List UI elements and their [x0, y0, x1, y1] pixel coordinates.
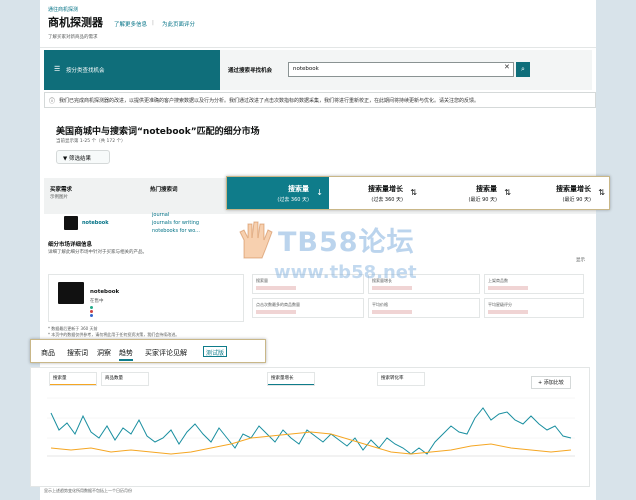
top-breadcrumb[interactable]: 通往商机探测 — [48, 6, 78, 13]
detail-sub: 详细了解此细分市场中针对于买家与相关的产品。 — [48, 250, 147, 255]
segment-row-name[interactable]: notebook — [82, 220, 109, 226]
col-demand-sub: 示例图片 — [50, 195, 68, 200]
metric-growth-360[interactable]: 搜索量增长 (过去 360 天) ⇅ — [329, 177, 423, 209]
trend-chart-panel: 搜索量 商品数量 搜索量增长 搜索转化率 + 添加比较 — [30, 367, 590, 487]
product-image — [58, 282, 84, 304]
metric-search-volume-360[interactable]: 搜索量 (过去 360 天) ↓ — [227, 177, 329, 209]
tab-review-insights[interactable]: 买家评论见解 — [145, 348, 187, 358]
watermark-url: www.tb58.net — [274, 262, 417, 283]
metric-sub: (过去 360 天) — [371, 197, 403, 203]
rate-page-link[interactable]: 为此页面评分 — [162, 20, 195, 28]
color-swatch — [90, 314, 93, 317]
tab-trends[interactable]: 趋势 — [119, 348, 133, 361]
metric-title: 搜索量 — [476, 185, 497, 193]
color-swatch — [90, 306, 93, 309]
col-terms-header: 热门搜索词 — [150, 187, 178, 193]
metric-search-volume-90[interactable]: 搜索量 (最近 90 天) ⇅ — [423, 177, 517, 209]
stat-box: 平均价格 — [368, 298, 480, 318]
stat-box: 平均星级评分 — [484, 298, 584, 318]
sort-icon[interactable]: ⇅ — [504, 188, 511, 197]
color-swatch — [90, 310, 93, 313]
hand-logo-icon — [239, 221, 273, 259]
learn-more-link[interactable]: 了解更多信息 — [114, 20, 147, 28]
note-line: * 本页中的数据仅供参考，请勿将此用于任何投资决策，我们会持续改进。 — [48, 332, 180, 337]
metrics-header-highlight: 搜索量 (过去 360 天) ↓ 搜索量增长 (过去 360 天) ⇅ 搜索量 … — [226, 176, 610, 210]
trend-chart — [47, 397, 575, 457]
info-icon: ⓘ — [49, 98, 56, 105]
sort-icon[interactable]: ⇅ — [598, 188, 605, 197]
series-line-teal — [50, 407, 572, 455]
stat-label: 点击次数最多的商品数量 — [256, 302, 300, 307]
product-name[interactable]: notebook — [90, 289, 119, 295]
segment-title: 美国商城中与搜索词“notebook”匹配的细分市场 — [56, 127, 260, 137]
tab-insights[interactable]: 洞察 — [97, 348, 111, 358]
page-subtitle: 了解买家对新商品的需求 — [48, 35, 98, 40]
metric-title: 搜索量 — [288, 185, 309, 193]
info-banner-text: 我们已完成商机探测器的改进，以提供更准确的客户搜索数据以及行为分析。我们通过改进… — [59, 98, 480, 104]
watermark: TB58论坛 www.tb58.net — [232, 214, 482, 294]
search-term-link[interactable]: journal — [152, 212, 169, 218]
detail-title: 细分市场详细信息 — [48, 242, 93, 248]
metric-growth-90[interactable]: 搜索量增长 (最近 90 天) ⇅ — [517, 177, 611, 209]
stat-box: 点击次数最多的商品数量 — [252, 298, 364, 318]
series-line-orange — [50, 431, 572, 455]
search-term-link[interactable]: notebooks for wo... — [152, 228, 200, 234]
metric-sub: (最近 90 天) — [468, 197, 497, 203]
sort-desc-icon[interactable]: ↓ — [316, 188, 323, 197]
search-label: 通过搜索寻找机会 — [228, 68, 273, 74]
page-title: 商机探测器 — [48, 16, 103, 29]
search-icon: ⌕ — [521, 65, 525, 73]
metric-sub: (过去 360 天) — [277, 197, 309, 203]
stat-label: 平均星级评分 — [488, 302, 512, 307]
tab-search-terms[interactable]: 搜索词 — [67, 348, 88, 358]
browse-by-category-label[interactable]: 按分类查找机会 — [66, 66, 105, 74]
search-button[interactable]: ⌕ — [516, 62, 530, 77]
metric-title: 搜索量增长 — [556, 185, 591, 193]
search-input[interactable]: notebook — [288, 62, 514, 77]
stat-label: 平均价格 — [372, 302, 388, 307]
page-header: 通往商机探测 商机探测器 了解更多信息 | 为此页面评分 了解买家对新商品的需求 — [40, 0, 596, 48]
tabs-highlight: 商品 搜索词 洞察 趋势 买家评论见解 测试版 — [30, 339, 266, 363]
sort-icon[interactable]: ⇅ — [410, 188, 417, 197]
tab-products[interactable]: 商品 — [41, 348, 55, 358]
clear-icon[interactable]: ✕ — [504, 63, 510, 71]
stat-box: 上架商品数 — [484, 274, 584, 294]
filter-results-button[interactable]: ▼ 筛选结果 — [56, 150, 110, 164]
info-banner: ⓘ 我们已完成商机探测器的改进，以提供更准确的客户搜索数据以及行为分析。我们通过… — [44, 92, 596, 108]
menu-icon[interactable]: ☰ — [54, 65, 60, 73]
segment-count: 当前显示第 1-25 个（共 172 个） — [56, 139, 126, 144]
filter-results-label: 筛选结果 — [68, 156, 91, 162]
watermark-text: TB58论坛 — [278, 227, 415, 258]
browse-by-category-bar[interactable]: ☰ 按分类查找机会 — [44, 50, 220, 90]
metric-title: 搜索量增长 — [368, 185, 403, 193]
product-thumbnail — [64, 216, 78, 230]
beta-badge: 测试版 — [203, 346, 228, 357]
pager-label[interactable]: 显示 — [576, 257, 585, 263]
metric-sub: (最近 90 天) — [562, 197, 591, 203]
col-demand-header: 买家需求 — [50, 187, 73, 193]
search-bar-panel: 通过搜索寻找机会 notebook ✕ ⌕ — [220, 50, 592, 90]
chart-footnote: 显示上述趋势变化所用数据不包括上一个日历月份 — [44, 488, 132, 493]
product-status: 在售中 — [90, 299, 104, 304]
notes: * 数据最后更新于 360 天前 * 本页中的数据仅供参考，请勿将此用于任何投资… — [48, 326, 179, 338]
search-term-link[interactable]: journals for writing — [152, 220, 199, 226]
stat-label: 上架商品数 — [488, 278, 508, 283]
